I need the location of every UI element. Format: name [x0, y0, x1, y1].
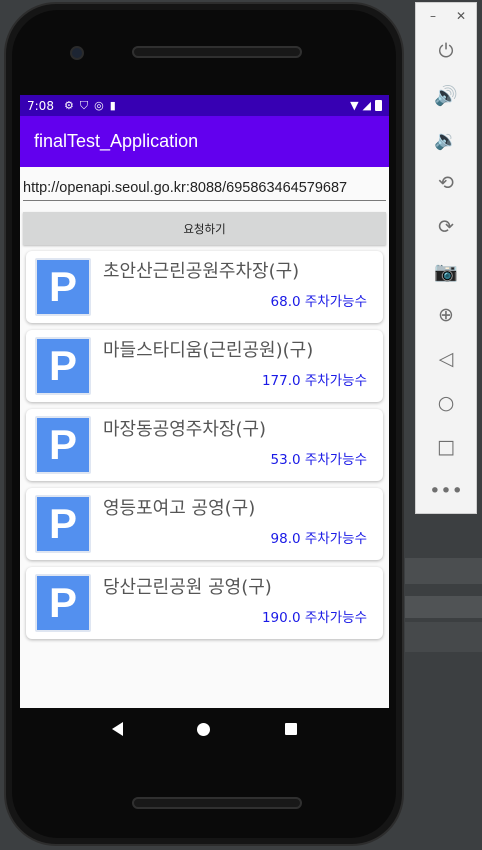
- volume-up-icon[interactable]: 🔊: [416, 73, 476, 117]
- battery-icon: [375, 100, 382, 111]
- parking-name: 당산근린공원 공영(구): [103, 577, 272, 598]
- rotate-right-icon[interactable]: ⟳: [416, 205, 476, 249]
- close-icon[interactable]: ✕: [456, 9, 466, 23]
- parking-count: 98.0 주차가능수: [270, 531, 367, 547]
- parking-icon: P: [35, 416, 91, 474]
- settings-icon: ⚙: [63, 99, 74, 112]
- volume-down-icon[interactable]: 🔉: [416, 117, 476, 161]
- bottom-speaker: [132, 797, 302, 809]
- overview-icon[interactable]: □: [416, 425, 476, 469]
- app-bar: finalTest_Application: [20, 116, 389, 167]
- shield-icon: ⛉: [79, 98, 89, 112]
- url-input[interactable]: http://openapi.seoul.go.kr:8088/69586346…: [23, 177, 386, 201]
- home-icon[interactable]: [197, 722, 211, 736]
- parking-icon: P: [35, 337, 91, 395]
- front-camera: [70, 46, 84, 60]
- parking-icon: P: [35, 258, 91, 316]
- ide-background: [405, 622, 482, 652]
- parking-count: 190.0 주차가능수: [261, 610, 367, 626]
- list-item[interactable]: P 초안산근린공원주차장(구) 68.0 주차가능수: [26, 251, 383, 323]
- parking-count: 68.0 주차가능수: [270, 294, 367, 310]
- parking-name: 마들스타디움(근린공원)(구): [103, 340, 314, 361]
- parking-name: 마장동공영주차장(구): [103, 419, 267, 440]
- ide-background: [405, 596, 482, 618]
- ide-background: [405, 515, 482, 555]
- request-button[interactable]: 요청하기: [23, 212, 386, 245]
- device-screen: 7:08 ⚙ ⛉ ◎ ▮ ▼ ◢ finalTest_Application h…: [20, 95, 389, 708]
- wifi-icon: ▼: [350, 99, 359, 112]
- parking-count: 177.0 주차가능수: [261, 373, 367, 389]
- app-title: finalTest_Application: [34, 131, 199, 151]
- parking-name: 초안산근린공원주차장(구): [103, 261, 300, 282]
- parking-list: P 초안산근린공원주차장(구) 68.0 주차가능수 P 마들스타디움(근린공원…: [20, 251, 389, 639]
- power-icon[interactable]: ⏻: [416, 29, 476, 73]
- camera-icon[interactable]: 📷: [416, 249, 476, 293]
- navigation-bar: [20, 708, 389, 750]
- parking-icon: P: [35, 574, 91, 632]
- zoom-icon[interactable]: ⊕: [416, 293, 476, 337]
- more-icon[interactable]: •••: [416, 469, 476, 513]
- list-item[interactable]: P 마들스타디움(근린공원)(구) 177.0 주차가능수: [26, 330, 383, 402]
- emulator-toolbar: – ✕ ⏻ 🔊 🔉 ⟲ ⟳ 📷 ⊕ ◁ ○ □ •••: [415, 2, 477, 514]
- list-item[interactable]: P 마장동공영주차장(구) 53.0 주차가능수: [26, 409, 383, 481]
- back-icon[interactable]: ◁: [416, 337, 476, 381]
- data-saver-icon: ◎: [94, 99, 104, 112]
- parking-icon: P: [35, 495, 91, 553]
- list-item[interactable]: P 영등포여고 공영(구) 98.0 주차가능수: [26, 488, 383, 560]
- ide-background: [405, 558, 482, 584]
- status-time: 7:08: [27, 98, 54, 113]
- home-icon[interactable]: ○: [416, 381, 476, 425]
- top-speaker: [132, 46, 302, 58]
- parking-count: 53.0 주차가능수: [270, 452, 367, 468]
- signal-icon: ◢: [362, 99, 371, 112]
- rotate-left-icon[interactable]: ⟲: [416, 161, 476, 205]
- back-icon[interactable]: [112, 722, 124, 736]
- sd-card-icon: ▮: [109, 99, 116, 112]
- list-item[interactable]: P 당산근린공원 공영(구) 190.0 주차가능수: [26, 567, 383, 639]
- parking-name: 영등포여고 공영(구): [103, 498, 256, 519]
- minimize-icon[interactable]: –: [430, 9, 436, 23]
- overview-icon[interactable]: [284, 723, 297, 735]
- status-bar: 7:08 ⚙ ⛉ ◎ ▮ ▼ ◢: [20, 95, 389, 116]
